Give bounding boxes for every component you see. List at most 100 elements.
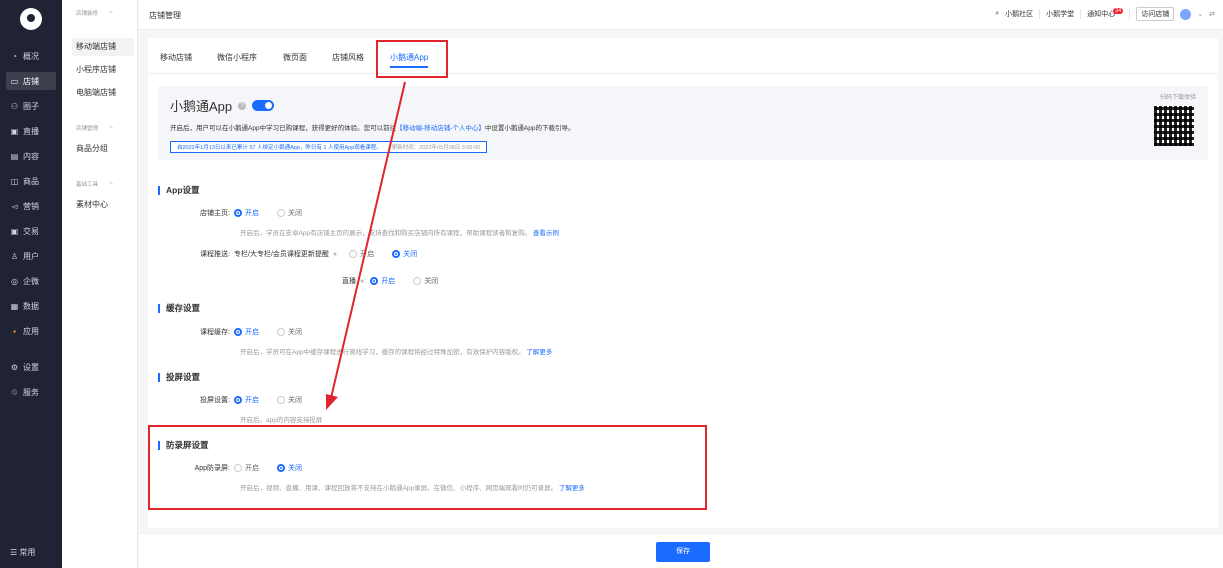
apps-icon: ▪: [13, 326, 16, 336]
cache-off-radio[interactable]: 关闭: [277, 327, 302, 337]
info-icon[interactable]: ●: [333, 251, 337, 258]
notice-center[interactable]: 通知中心34: [1087, 8, 1124, 19]
chevron-up-icon: ^: [110, 182, 113, 188]
cast-on-radio[interactable]: 开启: [234, 395, 259, 405]
chevron-down-icon[interactable]: ⌄: [1197, 10, 1203, 18]
subnav-item-material-center[interactable]: 素材中心: [72, 196, 134, 214]
section-cache-settings: 缓存设置: [158, 304, 200, 313]
cache-hint: 开启后，学员可在App中缓存课程进行离线学习，缓存的课程将经过特殊加密，有效保护…: [240, 349, 553, 356]
tab-micro-page[interactable]: 微页面: [283, 52, 307, 63]
nav-common[interactable]: ☰ 常用: [10, 547, 35, 558]
nav-item-content[interactable]: ▤ 内容: [6, 147, 56, 165]
divider: [1039, 9, 1041, 19]
circle-icon: ⚇: [10, 101, 19, 111]
live-on-radio[interactable]: 开启: [370, 276, 395, 286]
nav-item-trade[interactable]: ▣ 交易: [6, 222, 56, 240]
radio-dot: [277, 328, 285, 336]
tab-bar: 移动店铺 微信小程序 微页面 店铺风格 小鹅通App: [148, 38, 1218, 74]
radio-dot: [234, 328, 242, 336]
trade-icon: ▣: [10, 226, 19, 236]
cache-on-radio[interactable]: 开启: [234, 327, 259, 337]
menu-icon: ☰: [10, 548, 20, 557]
radio-dot: [392, 250, 401, 258]
subnav-group-decoration[interactable]: 店铺装修 ^: [76, 9, 113, 17]
push-on-radio[interactable]: 开启: [349, 249, 374, 259]
chevron-up-icon: ^: [110, 11, 113, 17]
nav-item-service[interactable]: ♲ 服务: [6, 383, 56, 401]
link-academy[interactable]: 小鹅学堂: [1046, 9, 1074, 19]
user-icon: ♙: [10, 251, 19, 261]
nav-item-overview[interactable]: ◔ 概况: [6, 47, 56, 65]
avatar[interactable]: [1180, 8, 1192, 20]
view-example-link[interactable]: 查看示例: [533, 230, 559, 237]
info-icon[interactable]: ●:: [360, 278, 366, 285]
subnav-item-miniapp-shop[interactable]: 小程序店铺: [72, 61, 134, 79]
notice-badge: 34: [1113, 8, 1124, 14]
nav-item-circle[interactable]: ⚇ 圈子: [6, 97, 56, 115]
push-off-radio[interactable]: 关闭: [392, 249, 417, 259]
row-cast: 投屏设置: 开启 关闭: [200, 395, 302, 405]
content-icon: ▤: [10, 151, 19, 161]
page-title: 店铺管理: [149, 11, 181, 20]
annotation-box-record: [148, 425, 707, 510]
homepage-on-radio[interactable]: 开启: [234, 208, 259, 218]
section-cast-settings: 投屏设置: [158, 373, 200, 382]
nav-item-goods[interactable]: ◫ 商品: [6, 172, 56, 190]
app-description: 开启后，用户可以在小鹅通App中学习已购课程，获得更好的体验。您可以前往【移动端…: [170, 125, 575, 132]
cast-off-radio[interactable]: 关闭: [277, 395, 302, 405]
app-title-row: 小鹅通App ?: [170, 96, 275, 115]
tab-shop-style[interactable]: 店铺风格: [332, 52, 364, 63]
nav-item-settings[interactable]: ⚙ 设置: [6, 358, 56, 376]
live-icon: ▣: [10, 126, 19, 136]
save-button[interactable]: 保存: [656, 542, 710, 562]
radio-dot: [234, 209, 242, 217]
radio-dot: [234, 396, 242, 404]
app-info-panel: 小鹅通App ? 开启后，用户可以在小鹅通App中学习已购课程，获得更好的体验。…: [158, 86, 1208, 160]
nav-item-marketing[interactable]: ◅ 营销: [6, 197, 56, 215]
nav-item-apps[interactable]: ▪ 应用: [6, 322, 56, 340]
search-icon[interactable]: ⌕: [995, 10, 999, 18]
qr-title: 扫码下载体验: [1159, 95, 1196, 101]
homepage-off-radio[interactable]: 关闭: [277, 208, 302, 218]
radio-dot: [413, 277, 422, 285]
subnav-group-tools[interactable]: 基础工具 ^: [76, 180, 113, 188]
row-course-push: 课程推送: 专栏/大专栏/会员课程更新提醒 ● 开启 关闭: [200, 249, 418, 259]
section-app-settings: App设置: [158, 186, 200, 195]
subnav-item-pc-shop[interactable]: 电脑端店铺: [72, 84, 134, 102]
annotation-box-tab: [376, 40, 448, 78]
nav-item-user[interactable]: ♙ 用户: [6, 247, 56, 265]
nav-item-shop[interactable]: ▭ 店铺: [6, 72, 56, 90]
switch-icon[interactable]: ⇄: [1209, 10, 1215, 18]
tab-mobile-shop[interactable]: 移动店铺: [160, 52, 192, 63]
radio-dot: [349, 250, 358, 258]
subnav-item-goods-group[interactable]: 商品分组: [72, 140, 134, 158]
live-off-radio[interactable]: 关闭: [413, 276, 438, 286]
learn-more-link[interactable]: 了解更多: [526, 349, 552, 356]
sub-sidebar: 店铺装修 ^ 移动端店铺 小程序店铺 电脑端店铺 店铺管理 ^ 商品分组 基础工具 ^…: [62, 0, 138, 568]
visit-shop-button[interactable]: 访问店铺: [1136, 7, 1175, 21]
bag-icon: ◫: [10, 176, 19, 186]
logo-icon[interactable]: [20, 8, 42, 30]
subnav-group-management[interactable]: 店铺管理 ^: [76, 124, 113, 132]
personal-center-link[interactable]: 【移动端-移动店铺-个人中心】: [396, 125, 485, 132]
qr-code-image: [1154, 106, 1194, 146]
link-community[interactable]: 小鹅社区: [1005, 9, 1033, 19]
divider: [1080, 9, 1082, 19]
nav-item-wecom[interactable]: ◎ 企微: [6, 272, 56, 290]
help-icon[interactable]: ?: [238, 101, 247, 110]
tab-wechat-miniapp[interactable]: 微信小程序: [217, 52, 257, 63]
nav-item-live[interactable]: ▣ 直播: [6, 122, 56, 140]
wecom-icon: ◎: [11, 276, 18, 286]
app-title: 小鹅通App: [170, 99, 233, 114]
nav-item-data[interactable]: ▦ 数据: [6, 297, 56, 315]
usage-stat: 自2022年1月13日以来已累计 57 人绑定小鹅通App，昨日有 1 人使用A…: [170, 141, 488, 153]
data-icon: ▦: [10, 301, 19, 311]
service-icon: ♲: [10, 387, 19, 397]
divider: [1129, 9, 1131, 19]
top-header: 店铺管理 ⌕ 小鹅社区 小鹅学堂 通知中心34 访问店铺 ⌄ ⇄: [139, 0, 1223, 30]
marketing-icon: ◅: [11, 201, 18, 211]
app-enable-toggle[interactable]: [252, 100, 275, 111]
cast-hint: 开启后，app的内容支持投屏: [240, 417, 323, 424]
subnav-item-mobile-shop[interactable]: 移动端店铺: [72, 38, 134, 56]
radio-dot: [277, 209, 285, 217]
